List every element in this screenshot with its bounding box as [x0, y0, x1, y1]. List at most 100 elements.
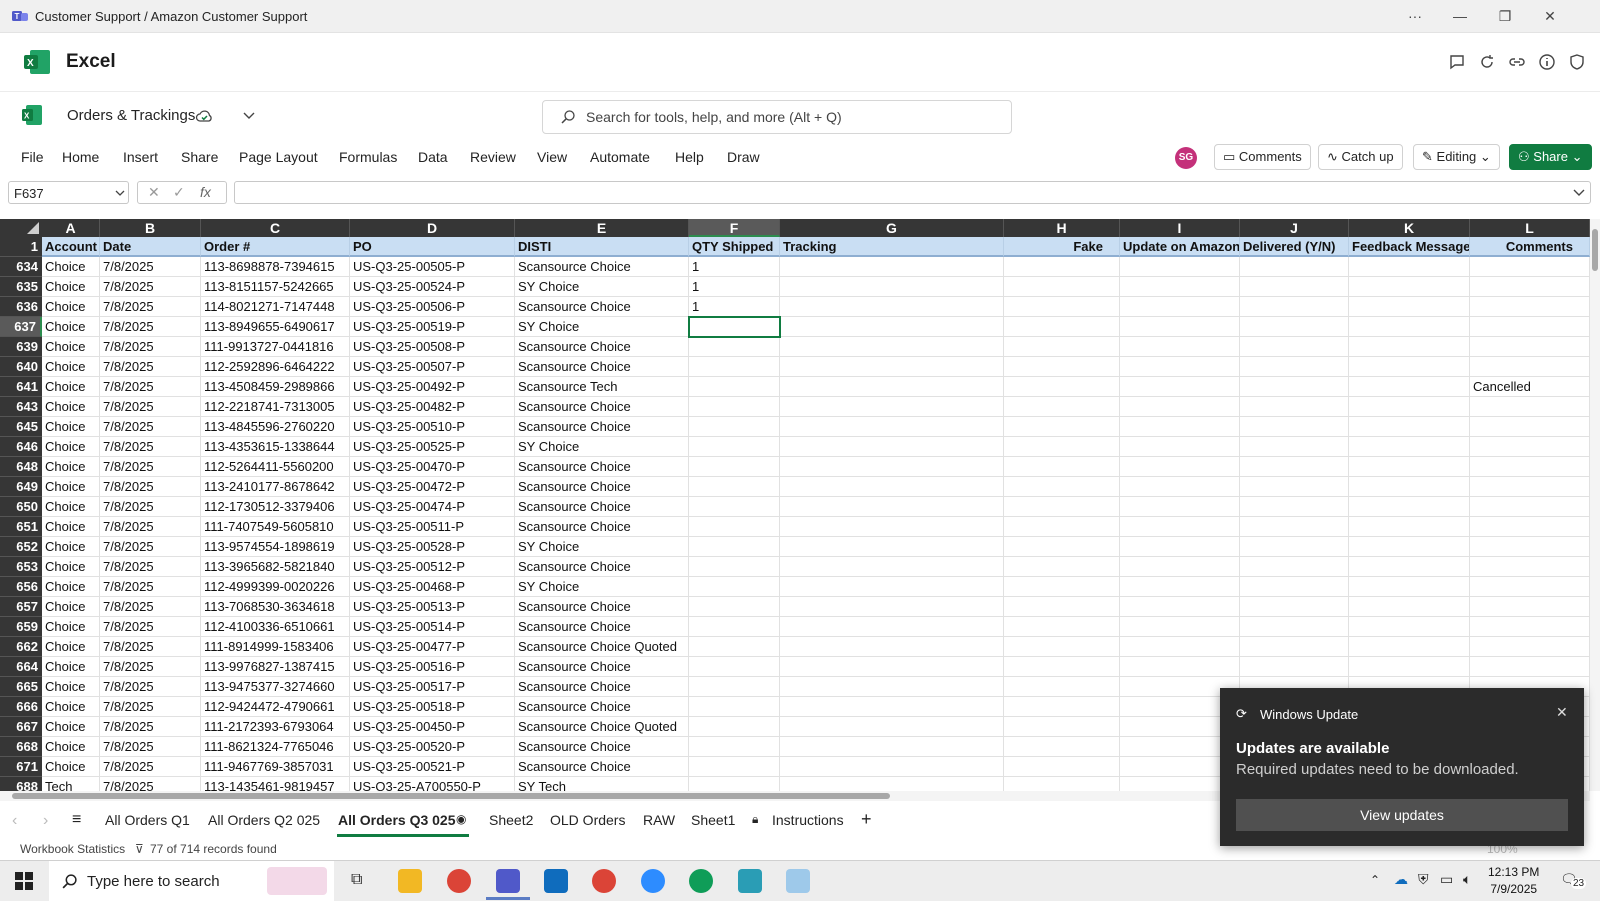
row-header[interactable]: 640	[0, 357, 42, 377]
table-cell[interactable]	[1120, 557, 1240, 577]
table-cell[interactable]	[1349, 517, 1470, 537]
table-cell[interactable]: Scansource Choice	[515, 357, 689, 377]
table-cell[interactable]	[1120, 417, 1240, 437]
table-cell[interactable]: 114-8021271-7147448	[201, 297, 350, 317]
table-cell[interactable]	[780, 437, 1004, 457]
table-cell[interactable]: Scansource Choice Quoted	[515, 637, 689, 657]
table-cell[interactable]: Choice	[42, 757, 100, 777]
chrome-work-icon[interactable]	[689, 869, 713, 893]
column-header[interactable]: F	[689, 219, 780, 237]
sheet-tab[interactable]: Sheet1	[691, 812, 735, 828]
column-header[interactable]: D	[350, 219, 515, 237]
table-cell[interactable]	[1004, 717, 1120, 737]
table-cell[interactable]	[1120, 477, 1240, 497]
table-cell[interactable]	[1349, 437, 1470, 457]
table-cell[interactable]	[689, 737, 780, 757]
row-header[interactable]: 667	[0, 717, 42, 737]
table-cell[interactable]: 7/8/2025	[100, 297, 201, 317]
table-cell[interactable]	[1240, 557, 1349, 577]
table-cell[interactable]	[1240, 597, 1349, 617]
row-header[interactable]: 656	[0, 577, 42, 597]
table-cell[interactable]	[1470, 357, 1590, 377]
chrome-icon[interactable]	[447, 869, 471, 893]
row-header[interactable]: 662	[0, 637, 42, 657]
table-cell[interactable]	[1349, 497, 1470, 517]
table-cell[interactable]: US-Q3-25-00474-P	[350, 497, 515, 517]
table-cell[interactable]: 7/8/2025	[100, 457, 201, 477]
chevron-down-icon[interactable]	[243, 112, 255, 120]
table-cell[interactable]: SY Choice	[515, 277, 689, 297]
table-cell[interactable]: 112-5264411-5560200	[201, 457, 350, 477]
avatar[interactable]: SG	[1175, 147, 1197, 169]
table-cell[interactable]	[1470, 317, 1590, 337]
row-header[interactable]: 641	[0, 377, 42, 397]
table-cell[interactable]	[1120, 597, 1240, 617]
table-cell[interactable]: US-Q3-25-00470-P	[350, 457, 515, 477]
table-cell[interactable]	[689, 337, 780, 357]
table-cell[interactable]	[1349, 617, 1470, 637]
menu-help[interactable]: Help	[675, 149, 704, 165]
table-cell[interactable]: US-Q3-25-00520-P	[350, 737, 515, 757]
table-cell[interactable]	[1349, 337, 1470, 357]
table-cell[interactable]	[1349, 597, 1470, 617]
refresh-icon[interactable]	[1478, 53, 1496, 71]
table-cell[interactable]	[1120, 377, 1240, 397]
table-cell[interactable]	[1349, 657, 1470, 677]
table-cell[interactable]: 112-9424472-4790661	[201, 697, 350, 717]
table-cell[interactable]: Scansource Choice	[515, 477, 689, 497]
table-cell[interactable]	[689, 637, 780, 657]
table-cell[interactable]: Scansource Choice	[515, 397, 689, 417]
table-cell[interactable]	[1004, 557, 1120, 577]
table-cell[interactable]: Choice	[42, 617, 100, 637]
workbook-statistics[interactable]: Workbook Statistics	[20, 842, 125, 856]
table-cell[interactable]	[780, 637, 1004, 657]
table-cell[interactable]	[1004, 277, 1120, 297]
table-cell[interactable]	[1120, 637, 1240, 657]
table-cell[interactable]	[780, 657, 1004, 677]
table-cell[interactable]: Scansource Choice	[515, 497, 689, 517]
table-cell[interactable]: Choice	[42, 677, 100, 697]
table-cell[interactable]: Choice	[42, 477, 100, 497]
table-cell[interactable]: SY Choice	[515, 317, 689, 337]
file-explorer-icon[interactable]	[398, 869, 422, 893]
horizontal-scroll-thumb[interactable]	[12, 793, 890, 799]
table-cell[interactable]: Scansource Choice	[515, 417, 689, 437]
table-cell[interactable]	[780, 337, 1004, 357]
table-cell[interactable]: Scansource Choice	[515, 557, 689, 577]
formula-input[interactable]	[234, 181, 1591, 204]
table-cell[interactable]: Scansource Choice	[515, 737, 689, 757]
table-cell[interactable]: 111-8914999-1583406	[201, 637, 350, 657]
table-cell[interactable]	[780, 297, 1004, 317]
table-cell[interactable]	[1240, 297, 1349, 317]
table-cell[interactable]	[1470, 497, 1590, 517]
volume-icon[interactable]: 🔈︎	[1463, 871, 1471, 888]
table-cell[interactable]	[780, 577, 1004, 597]
table-cell[interactable]: 7/8/2025	[100, 637, 201, 657]
table-cell[interactable]: 112-2592896-6464222	[201, 357, 350, 377]
catch-up-button[interactable]: ∿ Catch up	[1318, 144, 1403, 170]
table-cell[interactable]	[1470, 637, 1590, 657]
table-cell[interactable]	[1349, 357, 1470, 377]
table-cell[interactable]	[1004, 737, 1120, 757]
table-cell[interactable]: 1	[689, 277, 780, 297]
table-cell[interactable]: SY Tech	[515, 777, 689, 791]
menu-data[interactable]: Data	[418, 149, 448, 165]
table-cell[interactable]	[1349, 297, 1470, 317]
table-cell[interactable]	[780, 417, 1004, 437]
table-cell[interactable]	[1240, 257, 1349, 277]
column-header[interactable]: J	[1240, 219, 1349, 237]
table-cell[interactable]	[1120, 577, 1240, 597]
table-cell[interactable]	[780, 397, 1004, 417]
column-header[interactable]: K	[1349, 219, 1470, 237]
menu-view[interactable]: View	[537, 149, 567, 165]
table-cell[interactable]: US-Q3-25-00506-P	[350, 297, 515, 317]
check-icon[interactable]: ✓	[173, 184, 185, 201]
table-cell[interactable]: US-Q3-25-00472-P	[350, 477, 515, 497]
info-icon[interactable]	[1538, 53, 1556, 71]
table-cell[interactable]	[1004, 757, 1120, 777]
table-cell[interactable]: US-Q3-25-A700550-P	[350, 777, 515, 791]
table-cell[interactable]	[780, 717, 1004, 737]
restore-button[interactable]: ❐	[1488, 5, 1522, 27]
row-header[interactable]: 645	[0, 417, 42, 437]
table-cell[interactable]	[689, 597, 780, 617]
